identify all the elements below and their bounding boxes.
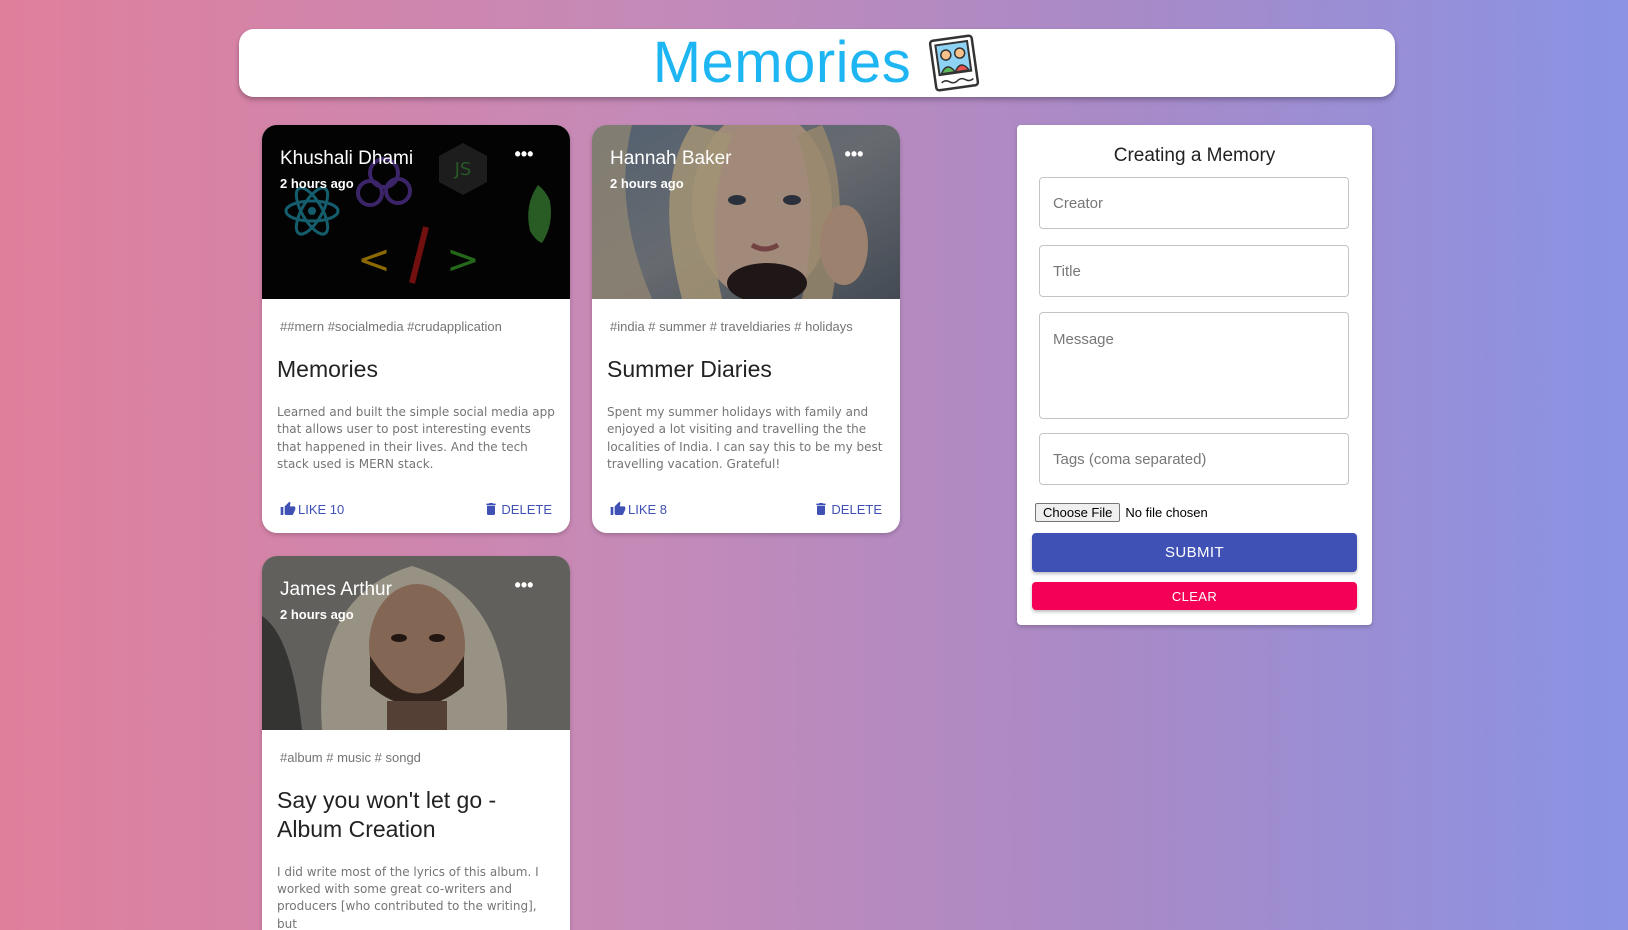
post-title: Say you won't let go - Album Creation — [277, 787, 497, 842]
file-status: No file chosen — [1125, 505, 1208, 520]
app-bar: Memories — [239, 29, 1395, 97]
create-memory-form: Creating a Memory Choose File No file ch… — [1017, 125, 1372, 625]
clear-button[interactable]: CLEAR — [1032, 582, 1357, 610]
delete-button[interactable]: DELETE — [813, 501, 882, 517]
post-time: 2 hours ago — [280, 607, 354, 622]
like-button[interactable]: LIKE 10 — [280, 501, 344, 517]
post-card: James Arthur 2 hours ago ••• #album # mu… — [262, 556, 570, 930]
post-actions: LIKE 10 DELETE — [280, 499, 552, 519]
file-input: Choose File No file chosen — [1035, 503, 1208, 522]
post-tags: #album # music # songd — [280, 750, 421, 765]
trash-icon — [816, 503, 827, 515]
delete-label: DELETE — [831, 501, 882, 517]
message-input[interactable] — [1039, 312, 1349, 419]
like-button[interactable]: LIKE 8 — [610, 501, 667, 517]
trash-icon — [486, 503, 497, 515]
more-horiz-icon[interactable]: ••• — [842, 145, 866, 169]
post-title: Memories — [277, 356, 378, 382]
delete-label: DELETE — [501, 501, 552, 517]
thumb-up-icon — [280, 501, 296, 515]
post-time: 2 hours ago — [280, 176, 354, 191]
like-label: LIKE 8 — [628, 501, 668, 517]
more-horiz-icon[interactable]: ••• — [512, 145, 536, 169]
app-title: Memories — [652, 30, 912, 95]
tags-input[interactable] — [1039, 433, 1349, 485]
submit-button[interactable]: SUBMIT — [1032, 533, 1357, 572]
delete-button[interactable]: DELETE — [483, 501, 552, 517]
post-tags: ##mern #socialmedia #crudapplication — [280, 319, 502, 334]
post-message: Spent my summer holidays with family and… — [607, 404, 883, 471]
post-title: Summer Diaries — [607, 356, 772, 382]
post-time: 2 hours ago — [610, 176, 684, 191]
choose-file-button[interactable]: Choose File — [1035, 503, 1121, 522]
thumb-up-icon — [610, 501, 626, 515]
like-label: LIKE 10 — [298, 501, 345, 517]
title-input[interactable] — [1039, 245, 1349, 297]
post-message: Learned and built the simple social medi… — [277, 404, 555, 471]
post-card: JS < > Khushali Dhami 2 hours ago ••• ##… — [262, 125, 570, 533]
post-message: I did write most of the lyrics of this a… — [277, 864, 539, 930]
post-image: JS < > Khushali Dhami 2 hours ago ••• — [262, 125, 570, 299]
post-image: James Arthur 2 hours ago ••• — [262, 556, 570, 730]
post-creator: Khushali Dhami — [280, 148, 414, 169]
more-horiz-icon[interactable]: ••• — [512, 576, 536, 600]
form-title: Creating a Memory — [1113, 145, 1276, 166]
post-image: Hannah Baker 2 hours ago ••• — [592, 125, 900, 299]
post-card: Hannah Baker 2 hours ago ••• #india # su… — [592, 125, 900, 533]
creator-input[interactable] — [1039, 177, 1349, 229]
post-actions: LIKE 8 DELETE — [610, 499, 882, 519]
post-creator: Hannah Baker — [610, 148, 732, 169]
post-tags: #india # summer # traveldiaries # holida… — [610, 319, 853, 334]
post-creator: James Arthur — [280, 579, 392, 600]
polaroid-photo-icon — [929, 34, 980, 92]
